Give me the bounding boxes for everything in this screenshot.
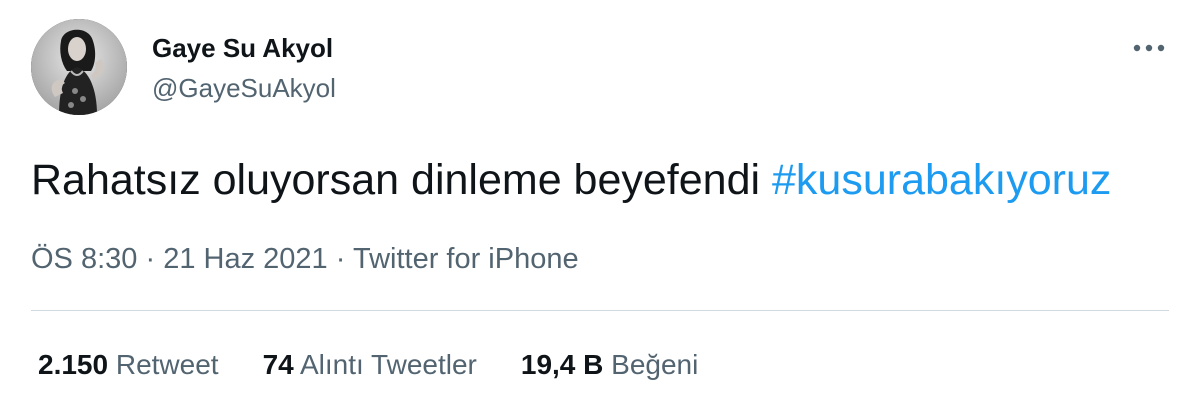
tweet-body-text: Rahatsız oluyorsan dinleme beyefendi bbox=[31, 156, 761, 204]
quotes-count: 74 bbox=[262, 349, 294, 380]
likes-label: Beğeni bbox=[611, 349, 699, 380]
retweets-count: 2.150 bbox=[38, 349, 109, 380]
quotes-label: Alıntı Tweetler bbox=[299, 349, 477, 380]
retweets-stat[interactable]: 2.150 Retweet bbox=[38, 346, 219, 384]
user-handle[interactable]: @GayeSuAkyol bbox=[152, 71, 336, 105]
retweets-label: Retweet bbox=[115, 349, 219, 380]
avatar[interactable] bbox=[31, 19, 127, 115]
likes-count: 19,4 B bbox=[520, 349, 604, 380]
profile-photo-icon bbox=[31, 19, 127, 115]
meta-separator: · bbox=[145, 243, 156, 275]
more-dots-icon bbox=[1133, 44, 1165, 52]
tweet-card: Gaye Su Akyol @GayeSuAkyol Rahatsız oluy… bbox=[0, 0, 1200, 416]
hashtag-link[interactable]: #kusurabakıyoruz bbox=[772, 156, 1111, 204]
likes-stat[interactable]: 19,4 B Beğeni bbox=[521, 346, 698, 384]
tweet-date[interactable]: 21 Haz 2021 bbox=[163, 243, 327, 275]
divider bbox=[31, 310, 1169, 311]
source-link[interactable]: Twitter for iPhone bbox=[353, 243, 579, 275]
quotes-stat[interactable]: 74 Alıntı Tweetler bbox=[263, 346, 477, 384]
tweet-time[interactable]: ÖS 8:30 bbox=[31, 243, 137, 275]
engagement-stats: 2.150 Retweet 74 Alıntı Tweetler 19,4 B … bbox=[38, 346, 742, 384]
display-name[interactable]: Gaye Su Akyol bbox=[152, 31, 333, 65]
tweet-text: Rahatsız oluyorsan dinleme beyefendi #ku… bbox=[31, 153, 1111, 207]
meta-separator: · bbox=[335, 243, 346, 275]
tweet-meta: ÖS 8:30 · 21 Haz 2021 · Twitter for iPho… bbox=[31, 240, 579, 278]
more-options-button[interactable] bbox=[1124, 28, 1174, 68]
